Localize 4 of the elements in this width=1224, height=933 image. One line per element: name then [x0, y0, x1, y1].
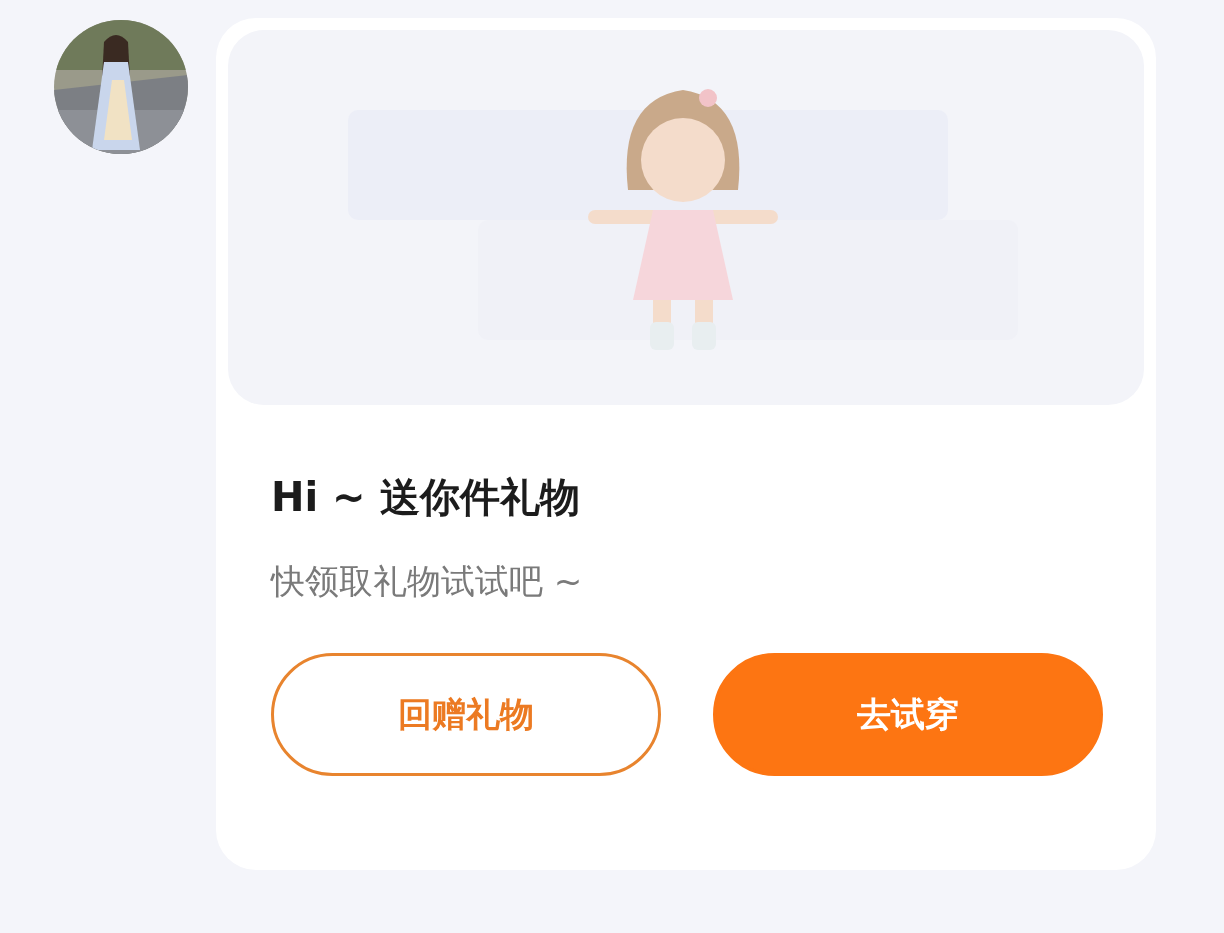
message-title: Hi ~ 送你件礼物 [271, 473, 581, 522]
message-subtitle: 快领取礼物试试吧 ~ [271, 560, 584, 603]
return-gift-button[interactable]: 回赠礼物 [271, 653, 661, 776]
try-on-button[interactable]: 去试穿 [713, 653, 1103, 776]
